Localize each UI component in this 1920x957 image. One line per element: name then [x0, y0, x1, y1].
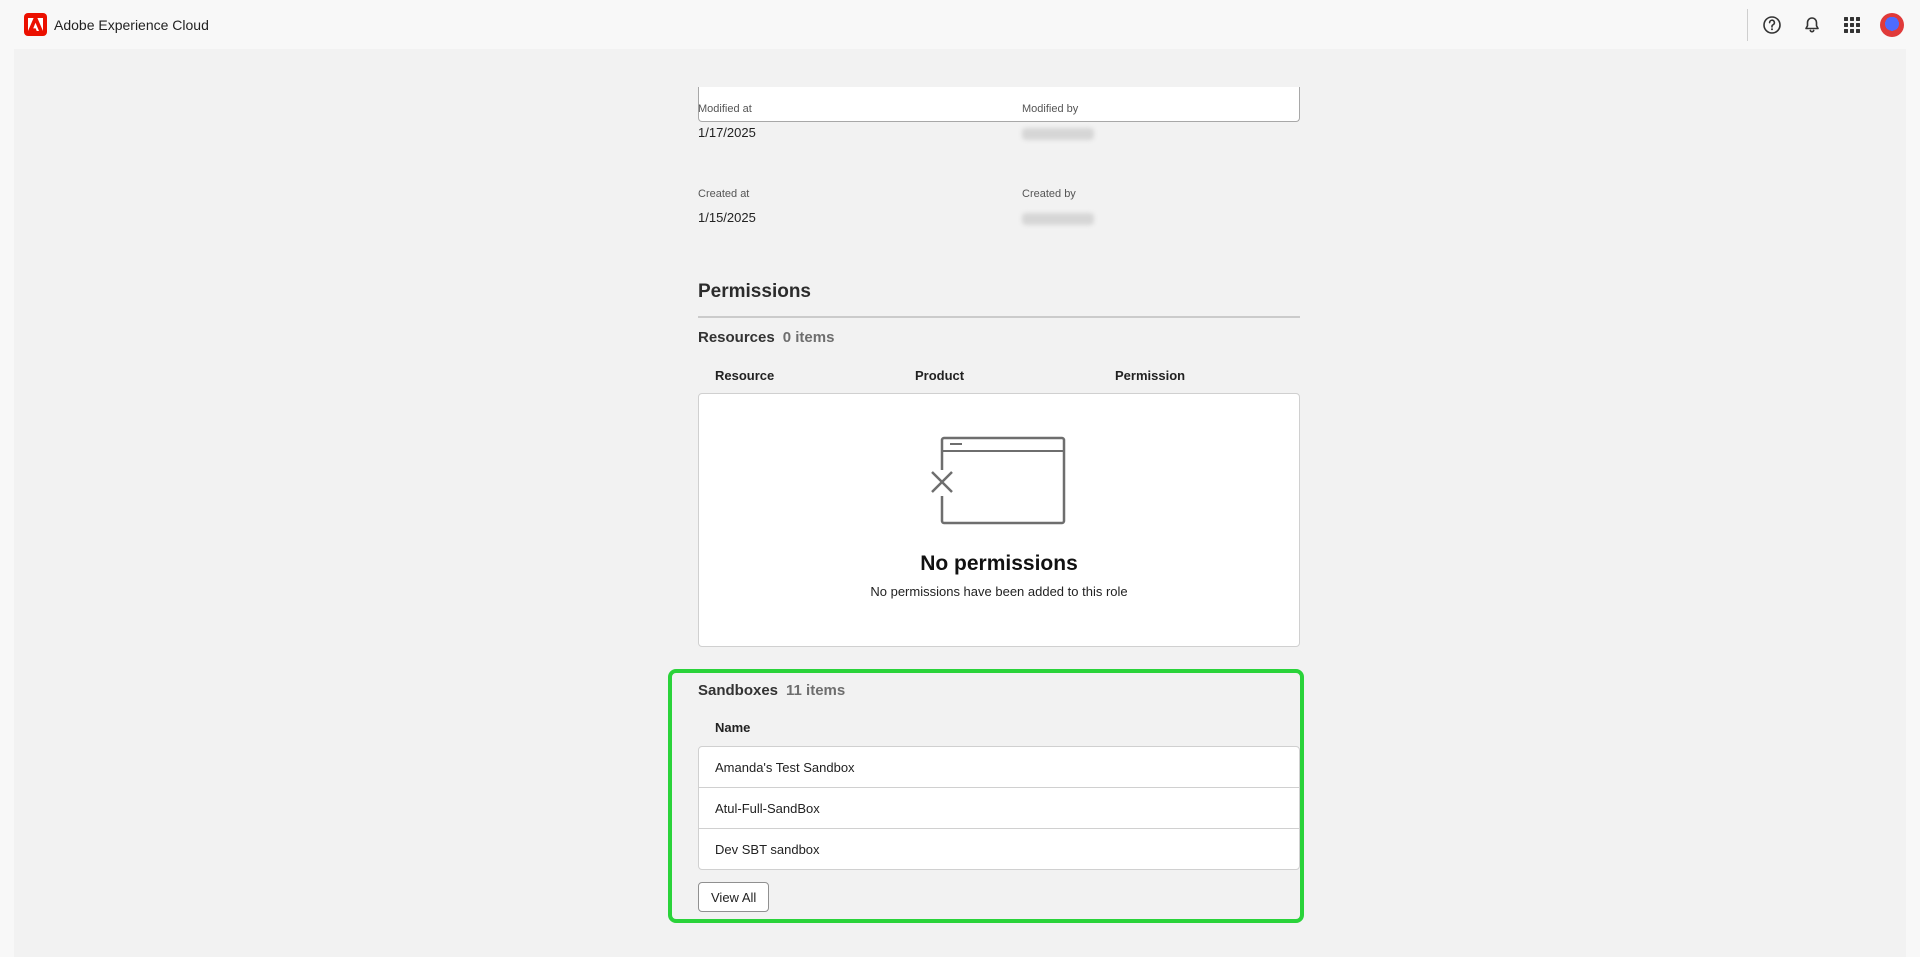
- created-at-value: 1/15/2025: [698, 210, 756, 225]
- table-row[interactable]: Atul-Full-SandBox: [699, 788, 1299, 829]
- table-row[interactable]: Dev SBT sandbox: [699, 829, 1299, 869]
- created-by-label: Created by: [1022, 188, 1076, 200]
- top-bar: Adobe Experience Cloud: [0, 0, 1920, 49]
- brand-name: Adobe Experience Cloud: [54, 16, 209, 33]
- table-row[interactable]: Amanda's Test Sandbox: [699, 747, 1299, 788]
- resources-label: Resources: [698, 329, 775, 346]
- toolbar-divider: [1747, 9, 1748, 41]
- section-divider: [698, 316, 1300, 318]
- permissions-empty-state: No permissions No permissions have been …: [698, 393, 1300, 647]
- column-header-permission[interactable]: Permission: [1115, 368, 1185, 383]
- modified-at-value: 1/17/2025: [698, 125, 756, 140]
- column-header-name[interactable]: Name: [715, 720, 750, 735]
- sandboxes-table: Amanda's Test Sandbox Atul-Full-SandBox …: [698, 746, 1300, 870]
- sandboxes-heading: Sandboxes 11 items: [698, 682, 845, 699]
- empty-state-description: No permissions have been added to this r…: [870, 584, 1128, 599]
- resources-count: 0 items: [782, 329, 835, 346]
- sandbox-name: Dev SBT sandbox: [715, 841, 820, 857]
- sandbox-name: Atul-Full-SandBox: [715, 800, 820, 816]
- main-panel: Modified at 1/17/2025 Modified by Create…: [14, 49, 1906, 957]
- modified-at-label: Modified at: [698, 103, 752, 115]
- column-header-product[interactable]: Product: [915, 368, 964, 383]
- apps-grid-icon[interactable]: [1840, 13, 1864, 37]
- empty-state-title: No permissions: [920, 552, 1078, 575]
- brand[interactable]: Adobe Experience Cloud: [24, 13, 209, 36]
- adobe-logo-icon: [24, 13, 47, 36]
- created-at-label: Created at: [698, 188, 750, 200]
- resources-heading: Resources 0 items: [698, 329, 834, 346]
- help-icon[interactable]: [1760, 13, 1784, 37]
- view-all-button[interactable]: View All: [698, 882, 770, 912]
- bell-icon[interactable]: [1800, 13, 1824, 37]
- sandboxes-count: 11 items: [786, 682, 846, 699]
- user-avatar[interactable]: [1880, 13, 1904, 37]
- column-header-resource[interactable]: Resource: [715, 368, 774, 383]
- sandbox-name: Amanda's Test Sandbox: [715, 759, 855, 775]
- modified-by-label: Modified by: [1022, 103, 1079, 115]
- empty-window-icon: [930, 436, 1070, 533]
- modified-by-value-redacted: [1022, 128, 1094, 140]
- created-by-value-redacted: [1022, 213, 1094, 225]
- description-field[interactable]: [698, 87, 1300, 122]
- permissions-title: Permissions: [698, 281, 811, 302]
- sandboxes-label: Sandboxes: [698, 682, 779, 699]
